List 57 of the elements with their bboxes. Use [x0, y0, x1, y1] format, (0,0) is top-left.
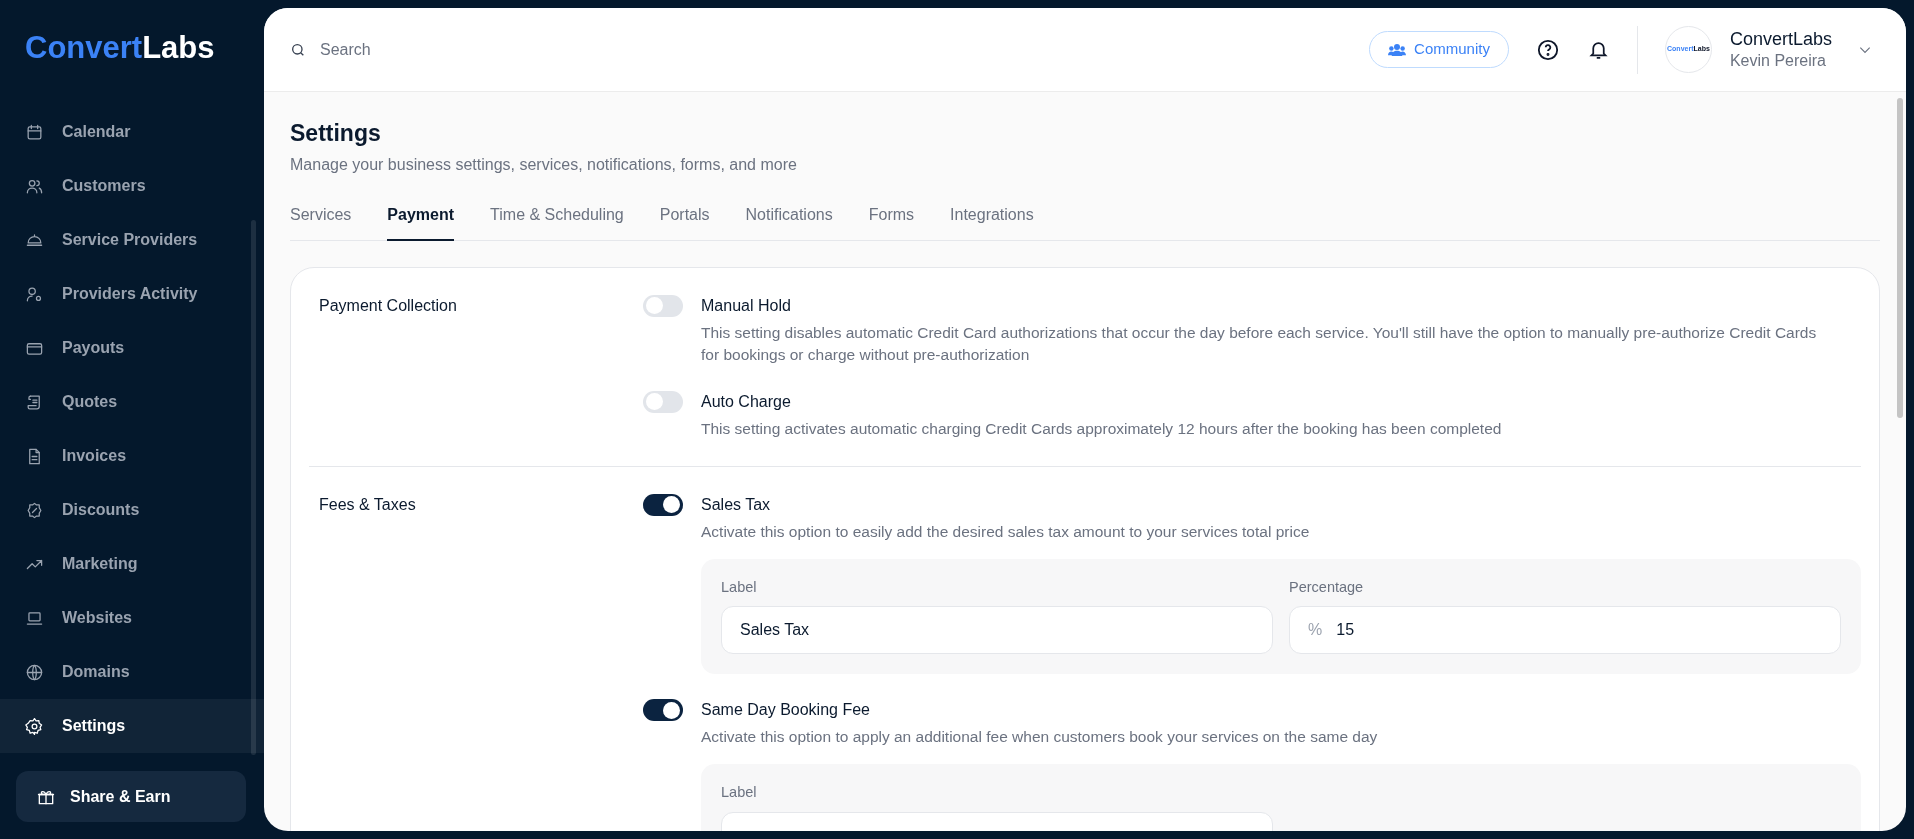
tab[interactable]: Time & Scheduling	[490, 202, 624, 241]
help-icon[interactable]	[1536, 38, 1559, 61]
option-description: Activate this option to apply an additional fee when customers book your services on the same day	[701, 727, 1379, 748]
sidebar-item[interactable]: Customers	[0, 159, 264, 213]
toggle-switch[interactable]	[643, 699, 683, 722]
sidebar-item[interactable]: Websites	[0, 591, 264, 645]
field-label: Percentage	[1289, 577, 1365, 597]
toggle-switch[interactable]	[643, 294, 683, 317]
sidebar-item[interactable]: Marketing	[0, 537, 264, 591]
sidebar-item[interactable]: Quotes	[0, 375, 264, 429]
sidebar-item[interactable]: Providers Activity	[0, 267, 264, 321]
sidebar-item[interactable]: Service Providers	[0, 213, 264, 267]
percent-prefix: %	[1308, 620, 1323, 641]
section-title: Payment Collection	[319, 295, 458, 316]
tab[interactable]: Notifications	[745, 202, 833, 241]
option-title: Manual Hold	[701, 295, 792, 316]
option-description: This setting activates automatic charging Credit Cards approximately 12 hours after the booking has been completed	[701, 418, 1503, 439]
account-name: ConvertLabs	[1729, 28, 1832, 51]
user-name: Kevin Pereira	[1729, 50, 1827, 71]
input-field[interactable]: % 15	[1289, 606, 1841, 655]
scrollbar[interactable]	[1897, 98, 1903, 418]
tab[interactable]: Payment	[387, 202, 455, 241]
page-subtitle: Manage your business settings, services, notifications, forms, and more	[290, 154, 798, 175]
tab[interactable]: Integrations	[950, 202, 1034, 241]
option-title: Sales Tax	[701, 494, 772, 515]
input-field[interactable]: Sales Tax	[721, 606, 1273, 655]
sidebar-item[interactable]: Domains	[0, 645, 264, 699]
field-value: 15	[1336, 620, 1355, 641]
brand-logo: ConvertLabs	[25, 28, 215, 67]
tab[interactable]: Portals	[659, 202, 710, 241]
option-description: Activate this option to easily add the desired sales tax amount to your services total price	[701, 521, 1311, 542]
tab[interactable]: Forms	[868, 202, 915, 241]
sidebar-item[interactable]: Payouts	[0, 321, 264, 375]
search-field[interactable]: Search	[320, 37, 620, 62]
field-label: Label	[721, 577, 758, 597]
option-title: Same Day Booking Fee	[701, 700, 871, 721]
search-icon	[290, 41, 306, 58]
option-title: Auto Charge	[701, 391, 792, 412]
calendar-icon	[25, 122, 44, 142]
option-description: This setting disables automatic Credit Card authorizations that occur the day before each service. You'll still have the option to manually pre-authorize Credit Cards for bookings or charge without pre-authorization	[701, 322, 1818, 365]
toggle-switch[interactable]	[643, 390, 683, 413]
section-title: Fees & Taxes	[319, 494, 417, 515]
scrollbar[interactable]	[251, 220, 256, 755]
globe-icon	[25, 662, 44, 682]
toggle-switch[interactable]	[643, 493, 683, 516]
field-label: Label	[721, 783, 758, 803]
sidebar-item[interactable]: Invoices	[0, 429, 264, 483]
settings-icon	[25, 716, 44, 736]
share-earn-button[interactable]: Share & Earn	[16, 771, 246, 822]
sidebar-item[interactable]: Discounts	[0, 483, 264, 537]
sidebar-item[interactable]: Settings	[0, 699, 264, 753]
field-value: Sales Tax	[740, 620, 810, 641]
page-title: Settings	[290, 119, 382, 148]
discount-badge-icon	[25, 500, 44, 520]
sidebar-item[interactable]: Calendar	[0, 105, 264, 159]
tab[interactable]: Services	[290, 202, 352, 241]
people-icon	[1388, 42, 1407, 57]
